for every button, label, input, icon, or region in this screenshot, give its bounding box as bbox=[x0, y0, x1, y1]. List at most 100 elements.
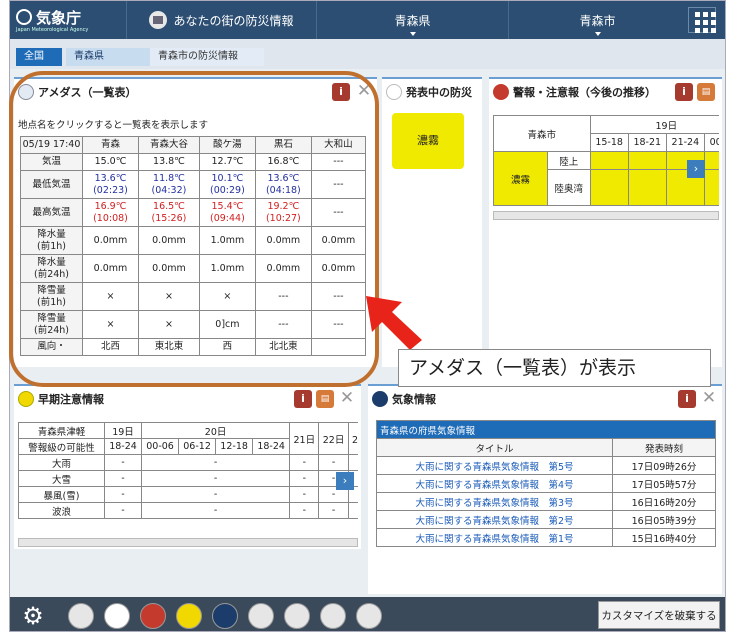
weather-title: 気象情報 bbox=[372, 389, 436, 409]
book-icon[interactable]: ▤ bbox=[316, 390, 334, 408]
early-cell: - bbox=[141, 486, 291, 503]
early-cell: - bbox=[103, 454, 143, 471]
weather-time: 16日05時39分 bbox=[612, 510, 716, 529]
info-icon[interactable]: i bbox=[678, 390, 696, 408]
breadcrumb-national[interactable]: 全国 bbox=[16, 48, 62, 66]
warning-cell bbox=[703, 151, 719, 170]
early-scrollbar[interactable] bbox=[18, 538, 358, 547]
early-cell: - bbox=[347, 502, 358, 519]
weather-tool-icon[interactable] bbox=[320, 603, 346, 629]
breadcrumb: 全国 青森県 青森市の防災情報 bbox=[10, 39, 725, 69]
breadcrumb-pref[interactable]: 青森県 bbox=[66, 48, 150, 66]
nav-city[interactable]: 青森市 bbox=[508, 1, 686, 39]
jma-logo-icon bbox=[16, 9, 32, 25]
warning-region: 陸上 bbox=[547, 151, 591, 170]
weather-link[interactable]: 大雨に関する青森県気象情報 第1号 bbox=[376, 528, 613, 547]
weather-row[interactable]: 大雨に関する青森県気象情報 第3号 16日16時20分 bbox=[376, 492, 716, 511]
early-row: 大雪----- bbox=[18, 470, 358, 487]
warning-table-wrap: 青森市 19日 15-18 18-21 21-24 00-03 濃霧 陸上 陸奥… bbox=[493, 115, 719, 211]
early-cell: - bbox=[141, 454, 291, 471]
active-item-fog[interactable]: 濃霧 bbox=[392, 113, 464, 169]
early-panel: 早期注意情報 i ▤ ✕ 青森県津軽 19日 20日 21日 22日 23日 警… bbox=[14, 384, 361, 549]
early-cell: - bbox=[141, 470, 291, 487]
warning-area: 青森市 bbox=[493, 115, 591, 152]
bottom-toolbar: ⚙ カスタマイズを破棄する bbox=[10, 597, 725, 631]
warning-cell bbox=[589, 151, 629, 170]
grid-color-tool-icon[interactable] bbox=[104, 603, 130, 629]
menu-grid-icon[interactable] bbox=[688, 7, 716, 33]
warning-cell bbox=[589, 169, 629, 206]
exclamation-tool-icon[interactable] bbox=[176, 603, 202, 629]
weather-time: 17日09時26分 bbox=[612, 456, 716, 475]
early-day: 23日 bbox=[347, 422, 358, 455]
early-slot: 18-24 bbox=[103, 438, 143, 455]
warning-cell bbox=[703, 169, 719, 206]
early-row-label: 大雨 bbox=[18, 454, 105, 471]
weather-title-text: 気象情報 bbox=[392, 393, 436, 406]
grid-color-icon bbox=[386, 84, 402, 100]
active-title-text: 発表中の防災 bbox=[406, 86, 472, 99]
weather-row[interactable]: 大雨に関する青森県気象情報 第2号 16日05時39分 bbox=[376, 510, 716, 529]
nav-area-label: あなたの街の防災情報 bbox=[173, 13, 294, 28]
early-row-label: 波浪 bbox=[18, 502, 105, 519]
weather-link[interactable]: 大雨に関する青森県気象情報 第4号 bbox=[376, 474, 613, 493]
early-cell: - bbox=[289, 470, 320, 487]
weather-time: 16日16時20分 bbox=[612, 492, 716, 511]
close-icon[interactable]: ✕ bbox=[338, 389, 356, 407]
warning-slot: 00-03 bbox=[703, 133, 719, 152]
weather-row[interactable]: 大雨に関する青森県気象情報 第5号 17日09時26分 bbox=[376, 456, 716, 475]
warning-tool-icon[interactable] bbox=[140, 603, 166, 629]
logo-text: 気象庁 bbox=[36, 9, 82, 27]
early-title: 早期注意情報 bbox=[18, 389, 104, 409]
info-icon[interactable]: i bbox=[294, 390, 312, 408]
radar-tool-icon[interactable] bbox=[284, 603, 310, 629]
warning-kind: 濃霧 bbox=[493, 151, 548, 206]
early-cell: - bbox=[289, 454, 320, 471]
early-cell: - bbox=[289, 502, 320, 519]
weather-time: 15日16時40分 bbox=[612, 528, 716, 547]
nav-pref[interactable]: 青森県 bbox=[316, 1, 508, 39]
early-cell: - bbox=[289, 486, 320, 503]
scroll-right-icon[interactable]: › bbox=[336, 472, 354, 490]
customize-reset-button[interactable]: カスタマイズを破棄する bbox=[598, 601, 720, 629]
early-day: 22日 bbox=[318, 422, 349, 455]
weather-link[interactable]: 大雨に関する青森県気象情報 第5号 bbox=[376, 456, 613, 475]
snow-tool-icon[interactable] bbox=[356, 603, 382, 629]
weather-col-time: 発表時刻 bbox=[612, 438, 716, 457]
weather-row[interactable]: 大雨に関する青森県気象情報 第4号 17日05時57分 bbox=[376, 474, 716, 493]
home-icon bbox=[149, 11, 168, 29]
info-tool-icon[interactable] bbox=[212, 603, 238, 629]
weather-row[interactable]: 大雨に関する青森県気象情報 第1号 15日16時40分 bbox=[376, 528, 716, 547]
gear-icon[interactable]: ⚙ bbox=[20, 603, 46, 629]
report-tool-icon[interactable] bbox=[248, 603, 274, 629]
early-title-text: 早期注意情報 bbox=[38, 393, 104, 406]
weather-table: 青森県の府県気象情報 タイトル 発表時刻 大雨に関する青森県気象情報 第5号 17… bbox=[376, 420, 716, 547]
scroll-right-icon[interactable]: › bbox=[687, 160, 705, 178]
callout-arrow-icon bbox=[366, 296, 422, 350]
weather-time: 17日05時57分 bbox=[612, 474, 716, 493]
weather-link[interactable]: 大雨に関する青森県気象情報 第2号 bbox=[376, 510, 613, 529]
early-slot: 18-24 bbox=[252, 438, 291, 455]
close-icon[interactable]: ✕ bbox=[700, 389, 718, 407]
book-icon[interactable]: ▤ bbox=[697, 83, 715, 101]
jma-logo[interactable]: 気象庁 Japan Meteorological Agency bbox=[14, 7, 114, 35]
early-slot: 00-06 bbox=[141, 438, 180, 455]
weather-panel: 気象情報 i ✕ 青森県の府県気象情報 タイトル 発表時刻 大雨に関する青森県気… bbox=[368, 384, 722, 594]
early-day: 19日 bbox=[103, 422, 143, 439]
warning-slot: 18-21 bbox=[627, 133, 667, 152]
early-cell: - bbox=[103, 502, 143, 519]
warning-scrollbar[interactable] bbox=[493, 211, 719, 220]
amedas-tool-icon[interactable] bbox=[68, 603, 94, 629]
info-icon[interactable]: i bbox=[675, 83, 693, 101]
weather-col-title: タイトル bbox=[376, 438, 613, 457]
early-row: 暴風(雪)----- bbox=[18, 486, 358, 503]
breadcrumb-city: 青森市の防災情報 bbox=[150, 48, 264, 66]
warning-region: 陸奥湾 bbox=[547, 169, 591, 206]
warning-cell bbox=[627, 169, 667, 206]
warning-title: 警報・注意報（今後の推移） bbox=[493, 82, 656, 102]
nav-area[interactable]: あなたの街の防災情報 bbox=[126, 1, 316, 39]
early-slot: 12-18 bbox=[215, 438, 254, 455]
weather-link[interactable]: 大雨に関する青森県気象情報 第3号 bbox=[376, 492, 613, 511]
early-row: 波浪----- bbox=[18, 502, 358, 519]
early-cell: - bbox=[141, 502, 291, 519]
